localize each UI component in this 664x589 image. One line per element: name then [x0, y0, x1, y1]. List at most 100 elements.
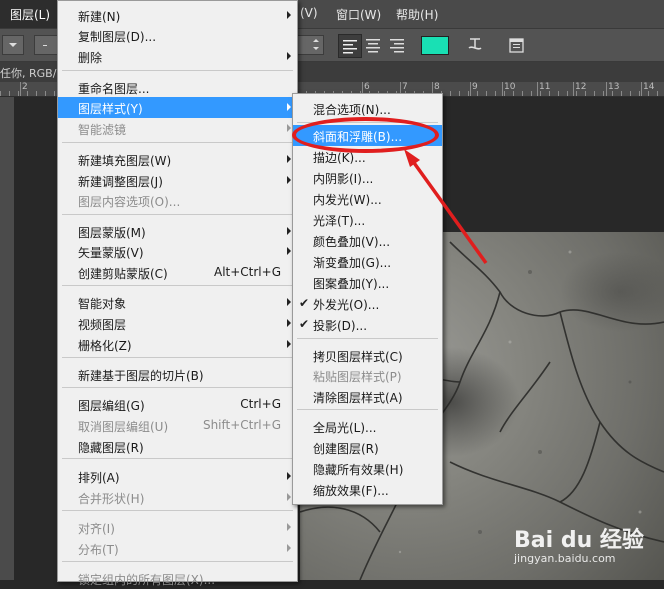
style-menu-item-label: 光泽(T)... [313, 214, 366, 228]
layer-menu-item-label: 新建(N) [78, 10, 121, 24]
layer-menu-item-label: 分布(T) [78, 543, 119, 557]
layer-menu-item[interactable]: 视频图层 [58, 313, 297, 334]
align-right-button[interactable] [386, 34, 408, 56]
highlight-ellipse [292, 117, 439, 153]
style-menu-item-label: 清除图层样式(A) [313, 391, 403, 405]
ruler-number: 13 [608, 82, 620, 92]
submenu-arrow-icon [287, 298, 291, 306]
layer-menu-item[interactable]: 复制图层(D)... [58, 25, 297, 46]
style-menu-item[interactable]: ✔ 外发光(O)... [293, 293, 442, 314]
layer-menu-item-shortcut: Ctrl+G [240, 397, 281, 411]
checkmark-icon: ✔ [299, 296, 310, 310]
submenu-arrow-icon [287, 11, 291, 19]
style-menu-item[interactable]: 光泽(T)... [293, 209, 442, 230]
panel-icon [509, 38, 524, 53]
style-menu-item-label: 创建图层(R) [313, 442, 379, 456]
ruler-tick [502, 82, 503, 96]
layer-menu-item[interactable]: 新建基于图层的切片(B) [58, 364, 297, 385]
ruler-minor-tick [657, 91, 658, 96]
layer-menu-item-label: 图层样式(Y) [78, 102, 143, 116]
style-menu-item-label: 全局光(L)... [313, 421, 377, 435]
layer-menu-item[interactable]: 创建剪贴蒙版(C) Alt+Ctrl+G [58, 262, 297, 283]
character-panel-button[interactable] [505, 34, 527, 56]
style-menu-item[interactable]: 创建图层(R) [293, 437, 442, 458]
layer-menu-item[interactable]: 矢量蒙版(V) [58, 241, 297, 262]
ruler-minor-tick [585, 91, 586, 96]
layer-menu-item[interactable]: 智能对象 [58, 292, 297, 313]
font-size-spinner[interactable] [296, 35, 324, 55]
menu-help[interactable]: 帮助(H) [396, 6, 438, 23]
menu-separator [297, 409, 438, 410]
submenu-arrow-icon [287, 124, 291, 132]
style-menu-item[interactable]: 内阴影(I)... [293, 167, 442, 188]
font-family-dropdown[interactable] [34, 35, 58, 55]
layer-menu-item: 分布(T) [58, 538, 297, 559]
ruler-minor-tick [621, 91, 622, 96]
menu-layer[interactable]: 图层(L) [0, 0, 57, 28]
style-menu-item[interactable]: 全局光(L)... [293, 416, 442, 437]
style-menu-item[interactable]: 内发光(W)... [293, 188, 442, 209]
style-menu-item[interactable]: 隐藏所有效果(H) [293, 458, 442, 479]
layer-menu-item[interactable]: 栅格化(Z) [58, 334, 297, 355]
style-menu-item[interactable]: 图案叠加(Y)... [293, 272, 442, 293]
submenu-arrow-icon [287, 52, 291, 60]
style-menu-item-label: 拷贝图层样式(C) [313, 350, 403, 364]
layer-menu-item[interactable]: 图层编组(G) Ctrl+G [58, 394, 297, 415]
layer-menu-item: 图层内容选项(O)... [58, 190, 297, 211]
layer-menu-item[interactable]: 图层蒙版(M) [58, 221, 297, 242]
layer-menu-item-label: 新建调整图层(J) [78, 175, 163, 189]
style-menu-item[interactable]: 缩放效果(F)... [293, 479, 442, 500]
layer-menu-item: 取消图层编组(U) Shift+Ctrl+G [58, 415, 297, 436]
style-menu-item[interactable]: 清除图层样式(A) [293, 386, 442, 407]
layer-menu-item: 锁定组内的所有图层(X)... [58, 568, 297, 589]
ruler-tick [573, 82, 574, 96]
menu-separator [62, 458, 293, 459]
ruler-minor-tick [27, 91, 28, 96]
menu-separator [62, 357, 293, 358]
layer-menu-item-label: 新建基于图层的切片(B) [78, 369, 204, 383]
ruler-number: 8 [434, 82, 440, 92]
style-menu-item[interactable]: 渐变叠加(G)... [293, 251, 442, 272]
ruler-tick [537, 82, 538, 96]
menu-separator [297, 338, 438, 339]
style-menu-item[interactable]: 拷贝图层样式(C) [293, 345, 442, 366]
layer-menu-item-label: 图层内容选项(O)... [78, 195, 181, 209]
align-left-icon [343, 40, 357, 54]
ruler-minor-tick [648, 91, 649, 96]
layer-menu-item[interactable]: 新建填充图层(W) [58, 149, 297, 170]
layer-menu-item[interactable]: 新建(N) [58, 5, 297, 26]
layer-menu-item: 对齐(I) [58, 517, 297, 538]
text-color-swatch[interactable] [421, 36, 449, 55]
layer-menu-item-shortcut: Alt+Ctrl+G [213, 265, 281, 279]
submenu-arrow-icon [287, 523, 291, 531]
layer-menu-item[interactable]: 排列(A) [58, 466, 297, 487]
menu-separator [62, 70, 293, 71]
layer-menu: 新建(N) 复制图层(D)... 删除 重命名图层... 图层样式(Y) 智能滤镜 新建填充… [57, 0, 298, 587]
style-menu-item-label: 渐变叠加(G)... [313, 256, 392, 270]
layer-menu-item[interactable]: 删除 [58, 46, 297, 67]
menu-view[interactable]: (V) [300, 6, 318, 20]
style-menu-item[interactable]: 混合选项(N)... [293, 98, 442, 119]
warp-text-button[interactable] [464, 34, 486, 56]
submenu-arrow-icon [287, 493, 291, 501]
style-menu-item[interactable]: ✔ 投影(D)... [293, 314, 442, 335]
ruler-minor-tick [567, 91, 568, 96]
ruler-minor-tick [54, 91, 55, 96]
layer-menu-item-label: 栅格化(Z) [78, 339, 132, 353]
style-menu-item-label: 缩放效果(F)... [313, 484, 389, 498]
layer-menu-item-label: 取消图层编组(U) [78, 420, 169, 434]
ruler-minor-tick [576, 91, 577, 96]
layer-menu-item[interactable]: 图层样式(Y) [58, 97, 297, 118]
layer-menu-item[interactable]: 重命名图层... [58, 77, 297, 98]
layer-menu-item-label: 合并形状(H) [78, 492, 145, 506]
menu-window[interactable]: 窗口(W) [336, 6, 381, 23]
align-left-button[interactable] [338, 34, 362, 58]
layer-menu-item[interactable]: 隐藏图层(R) [58, 436, 297, 457]
ruler-tick [606, 82, 607, 96]
menu-separator [62, 214, 293, 215]
ruler-minor-tick [639, 91, 640, 96]
align-center-button[interactable] [362, 34, 384, 56]
style-menu-item[interactable]: 颜色叠加(V)... [293, 230, 442, 251]
tool-preset-dropdown[interactable] [2, 35, 24, 55]
layer-menu-item[interactable]: 新建调整图层(J) [58, 170, 297, 191]
